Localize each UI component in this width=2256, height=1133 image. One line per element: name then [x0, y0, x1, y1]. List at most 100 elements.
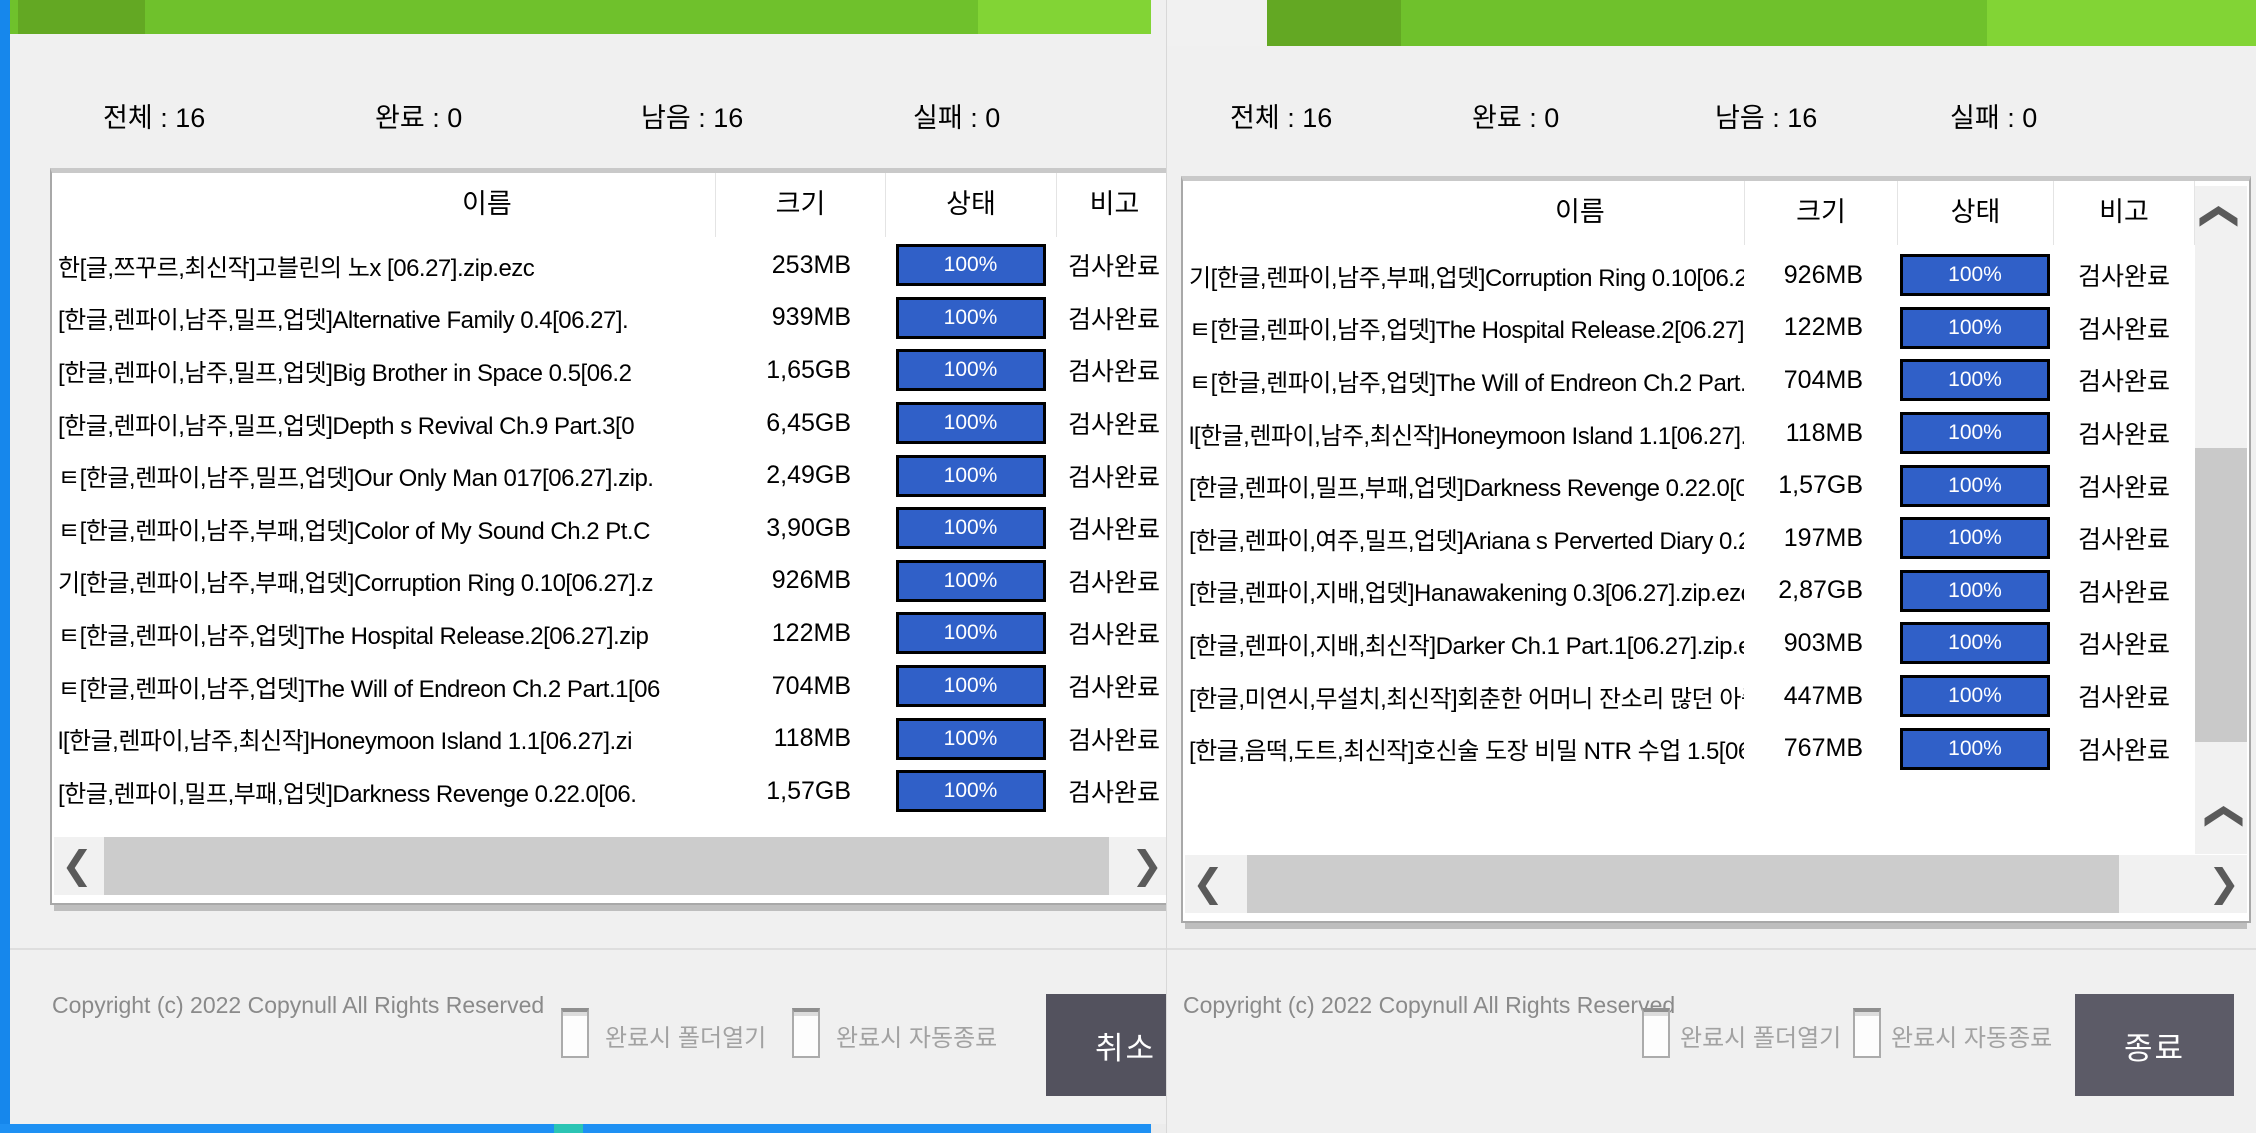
progress-label: 100%: [944, 779, 998, 803]
copyright-text: Copyright (c) 2022 Copynull All Rights R…: [1183, 992, 1675, 1019]
column-header-name[interactable]: 이름: [1183, 181, 1744, 245]
table-row[interactable]: [한글,렌파이,밀프,부패,업뎃]Darkness Revenge 0.22.0…: [1183, 459, 2249, 512]
titlebar-segment-dark: [1267, 0, 1401, 46]
table-row[interactable]: 한[글,쯔꾸르,최신작]고블린의 노x [06.27].zip.ezc 253M…: [52, 239, 1166, 292]
table-row[interactable]: l[한글,렌파이,남주,최신작]Honeymoon Island 1.1[06.…: [1183, 407, 2249, 460]
stat-item: 실패 : 0: [1950, 96, 2037, 135]
auto-close-checkbox[interactable]: [1853, 1008, 1881, 1058]
progress-bar: 100%: [896, 402, 1046, 444]
scroll-left-icon[interactable]: ❮: [1185, 855, 1231, 913]
vertical-scrollbar[interactable]: ❮ ❯: [2195, 186, 2247, 854]
table-row[interactable]: ㅌ[한글,렌파이,남주,업뎃]The Hospital Release.2[06…: [1183, 302, 2249, 355]
remark-text: 검사완료: [2053, 362, 2195, 398]
scroll-right-icon[interactable]: ❯: [2201, 855, 2247, 913]
horizontal-scrollbar-thumb[interactable]: [104, 837, 1109, 895]
progress-cell: 100%: [885, 507, 1056, 549]
table-row[interactable]: ㅌ[한글,렌파이,남주,업뎃]The Will of Endreon Ch.2 …: [1183, 354, 2249, 407]
progress-label: 100%: [944, 569, 998, 593]
horizontal-scrollbar[interactable]: ❮ ❯: [1185, 855, 2247, 913]
table-row[interactable]: ㅌ[한글,렌파이,남주,업뎃]The Hospital Release.2[06…: [52, 607, 1166, 660]
open-folder-checkbox[interactable]: [561, 1008, 589, 1058]
table-row[interactable]: ㅌ[한글,렌파이,남주,업뎃]The Will of Endreon Ch.2 …: [52, 660, 1166, 713]
exit-button[interactable]: 종료: [2075, 994, 2234, 1096]
file-name: ㅌ[한글,렌파이,남주,밀프,업뎃]Our Only Man 017[06.27…: [52, 458, 715, 493]
file-size: 926MB: [715, 566, 885, 595]
table-row[interactable]: [한글,렌파이,남주,밀프,업뎃]Big Brother in Space 0.…: [52, 344, 1166, 397]
column-header-remark[interactable]: 비고: [2053, 181, 2195, 245]
stat-item: 남음 : 16: [1715, 96, 1817, 135]
column-header-remark[interactable]: 비고: [1056, 173, 1166, 237]
taskbar-notch: [554, 1124, 583, 1133]
horizontal-scrollbar-thumb[interactable]: [1247, 855, 2119, 913]
file-size: 3,90GB: [715, 514, 885, 543]
scroll-right-icon[interactable]: ❯: [1124, 837, 1166, 895]
file-name: [한글,음떡,도트,최신작]호신술 도장 비밀 NTR 수업 1.5[06.:: [1183, 731, 1744, 766]
progress-cell: 100%: [885, 349, 1056, 391]
table-row[interactable]: 기[한글,렌파이,남주,부패,업뎃]Corruption Ring 0.10[0…: [52, 555, 1166, 608]
titlebar-segment-light: [978, 0, 1151, 34]
titlebar[interactable]: [1167, 0, 2256, 46]
horizontal-scrollbar[interactable]: ❮ ❯: [54, 837, 1166, 895]
column-header-name[interactable]: 이름: [52, 173, 715, 237]
scroll-down-icon[interactable]: ❯: [2195, 794, 2247, 846]
remark-text: 검사완료: [2053, 731, 2195, 767]
column-header-status[interactable]: 상태: [885, 173, 1056, 237]
file-name: [한글,렌파이,지배,업뎃]Hanawakening 0.3[06.27].zi…: [1183, 573, 1744, 608]
table-row[interactable]: [한글,미연시,무설치,최신작]회춘한 어머니 잔소리 많던 아줌 447MB …: [1183, 670, 2249, 723]
progress-label: 100%: [1948, 737, 2002, 761]
titlebar[interactable]: [10, 0, 1151, 34]
table-row[interactable]: [한글,렌파이,남주,밀프,업뎃]Depth s Revival Ch.9 Pa…: [52, 397, 1166, 450]
file-size: 197MB: [1744, 524, 1897, 553]
remark-text: 검사완료: [1056, 458, 1166, 494]
file-size: 447MB: [1744, 682, 1897, 711]
auto-close-checkbox[interactable]: [792, 1008, 820, 1058]
table-row[interactable]: ㅌ[한글,렌파이,남주,부패,업뎃]Color of My Sound Ch.2…: [52, 502, 1166, 555]
progress-cell: 100%: [1897, 728, 2053, 770]
file-size: 939MB: [715, 303, 885, 332]
remark-text: 검사완료: [1056, 668, 1166, 704]
file-name: [한글,렌파이,남주,밀프,업뎃]Big Brother in Space 0.…: [52, 353, 715, 388]
progress-bar: 100%: [896, 612, 1046, 654]
file-name: l[한글,렌파이,남주,최신작]Honeymoon Island 1.1[06.…: [1183, 416, 1744, 451]
scroll-left-icon[interactable]: ❮: [54, 837, 100, 895]
table-row[interactable]: [한글,음떡,도트,최신작]호신술 도장 비밀 NTR 수업 1.5[06.: …: [1183, 722, 2249, 775]
progress-bar: 100%: [1900, 307, 2050, 349]
table-row[interactable]: 기[한글,렌파이,남주,부패,업뎃]Corruption Ring 0.10[0…: [1183, 249, 2249, 302]
remark-text: 검사완료: [2053, 678, 2195, 714]
table-row[interactable]: ㅌ[한글,렌파이,남주,밀프,업뎃]Our Only Man 017[06.27…: [52, 449, 1166, 502]
remark-text: 검사완료: [1056, 510, 1166, 546]
column-header-size[interactable]: 크기: [1744, 181, 1897, 245]
column-header-status[interactable]: 상태: [1897, 181, 2053, 245]
scroll-up-icon[interactable]: ❮: [2195, 194, 2247, 246]
file-size: 118MB: [1744, 419, 1897, 448]
table-row[interactable]: l[한글,렌파이,남주,최신작]Honeymoon Island 1.1[06.…: [52, 712, 1166, 765]
footer-divider: [1167, 948, 2256, 950]
remark-text: 검사완료: [2053, 625, 2195, 661]
table-row[interactable]: [한글,렌파이,남주,밀프,업뎃]Alternative Family 0.4[…: [52, 292, 1166, 345]
table-row[interactable]: [한글,렌파이,지배,업뎃]Hanawakening 0.3[06.27].zi…: [1183, 565, 2249, 618]
progress-cell: 100%: [1897, 412, 2053, 454]
progress-bar: 100%: [1900, 622, 2050, 664]
progress-cell: 100%: [885, 560, 1056, 602]
progress-bar: 100%: [896, 560, 1046, 602]
open-folder-label: 완료시 폴더열기: [605, 1018, 766, 1053]
progress-bar: 100%: [896, 297, 1046, 339]
file-name: ㅌ[한글,렌파이,남주,업뎃]The Hospital Release.2[06…: [52, 616, 715, 651]
progress-label: 100%: [944, 674, 998, 698]
vertical-scrollbar-thumb[interactable]: [2195, 448, 2247, 742]
table-row[interactable]: [한글,렌파이,여주,밀프,업뎃]Ariana s Perverted Diar…: [1183, 512, 2249, 565]
progress-cell: 100%: [1897, 465, 2053, 507]
progress-label: 100%: [1948, 684, 2002, 708]
table-row[interactable]: [한글,렌파이,지배,최신작]Darker Ch.1 Part.1[06.27]…: [1183, 617, 2249, 670]
open-folder-checkbox[interactable]: [1642, 1008, 1670, 1058]
file-name: [한글,렌파이,남주,밀프,업뎃]Alternative Family 0.4[…: [52, 300, 715, 335]
column-header-size[interactable]: 크기: [715, 173, 885, 237]
remark-text: 검사완료: [1056, 721, 1166, 757]
table-row[interactable]: [한글,렌파이,밀프,부패,업뎃]Darkness Revenge 0.22.0…: [52, 765, 1166, 818]
progress-bar: 100%: [896, 770, 1046, 812]
cancel-button[interactable]: 취소: [1046, 994, 1166, 1096]
progress-cell: 100%: [885, 665, 1056, 707]
file-size: 122MB: [715, 619, 885, 648]
progress-cell: 100%: [1897, 622, 2053, 664]
file-size: 2,87GB: [1744, 576, 1897, 605]
